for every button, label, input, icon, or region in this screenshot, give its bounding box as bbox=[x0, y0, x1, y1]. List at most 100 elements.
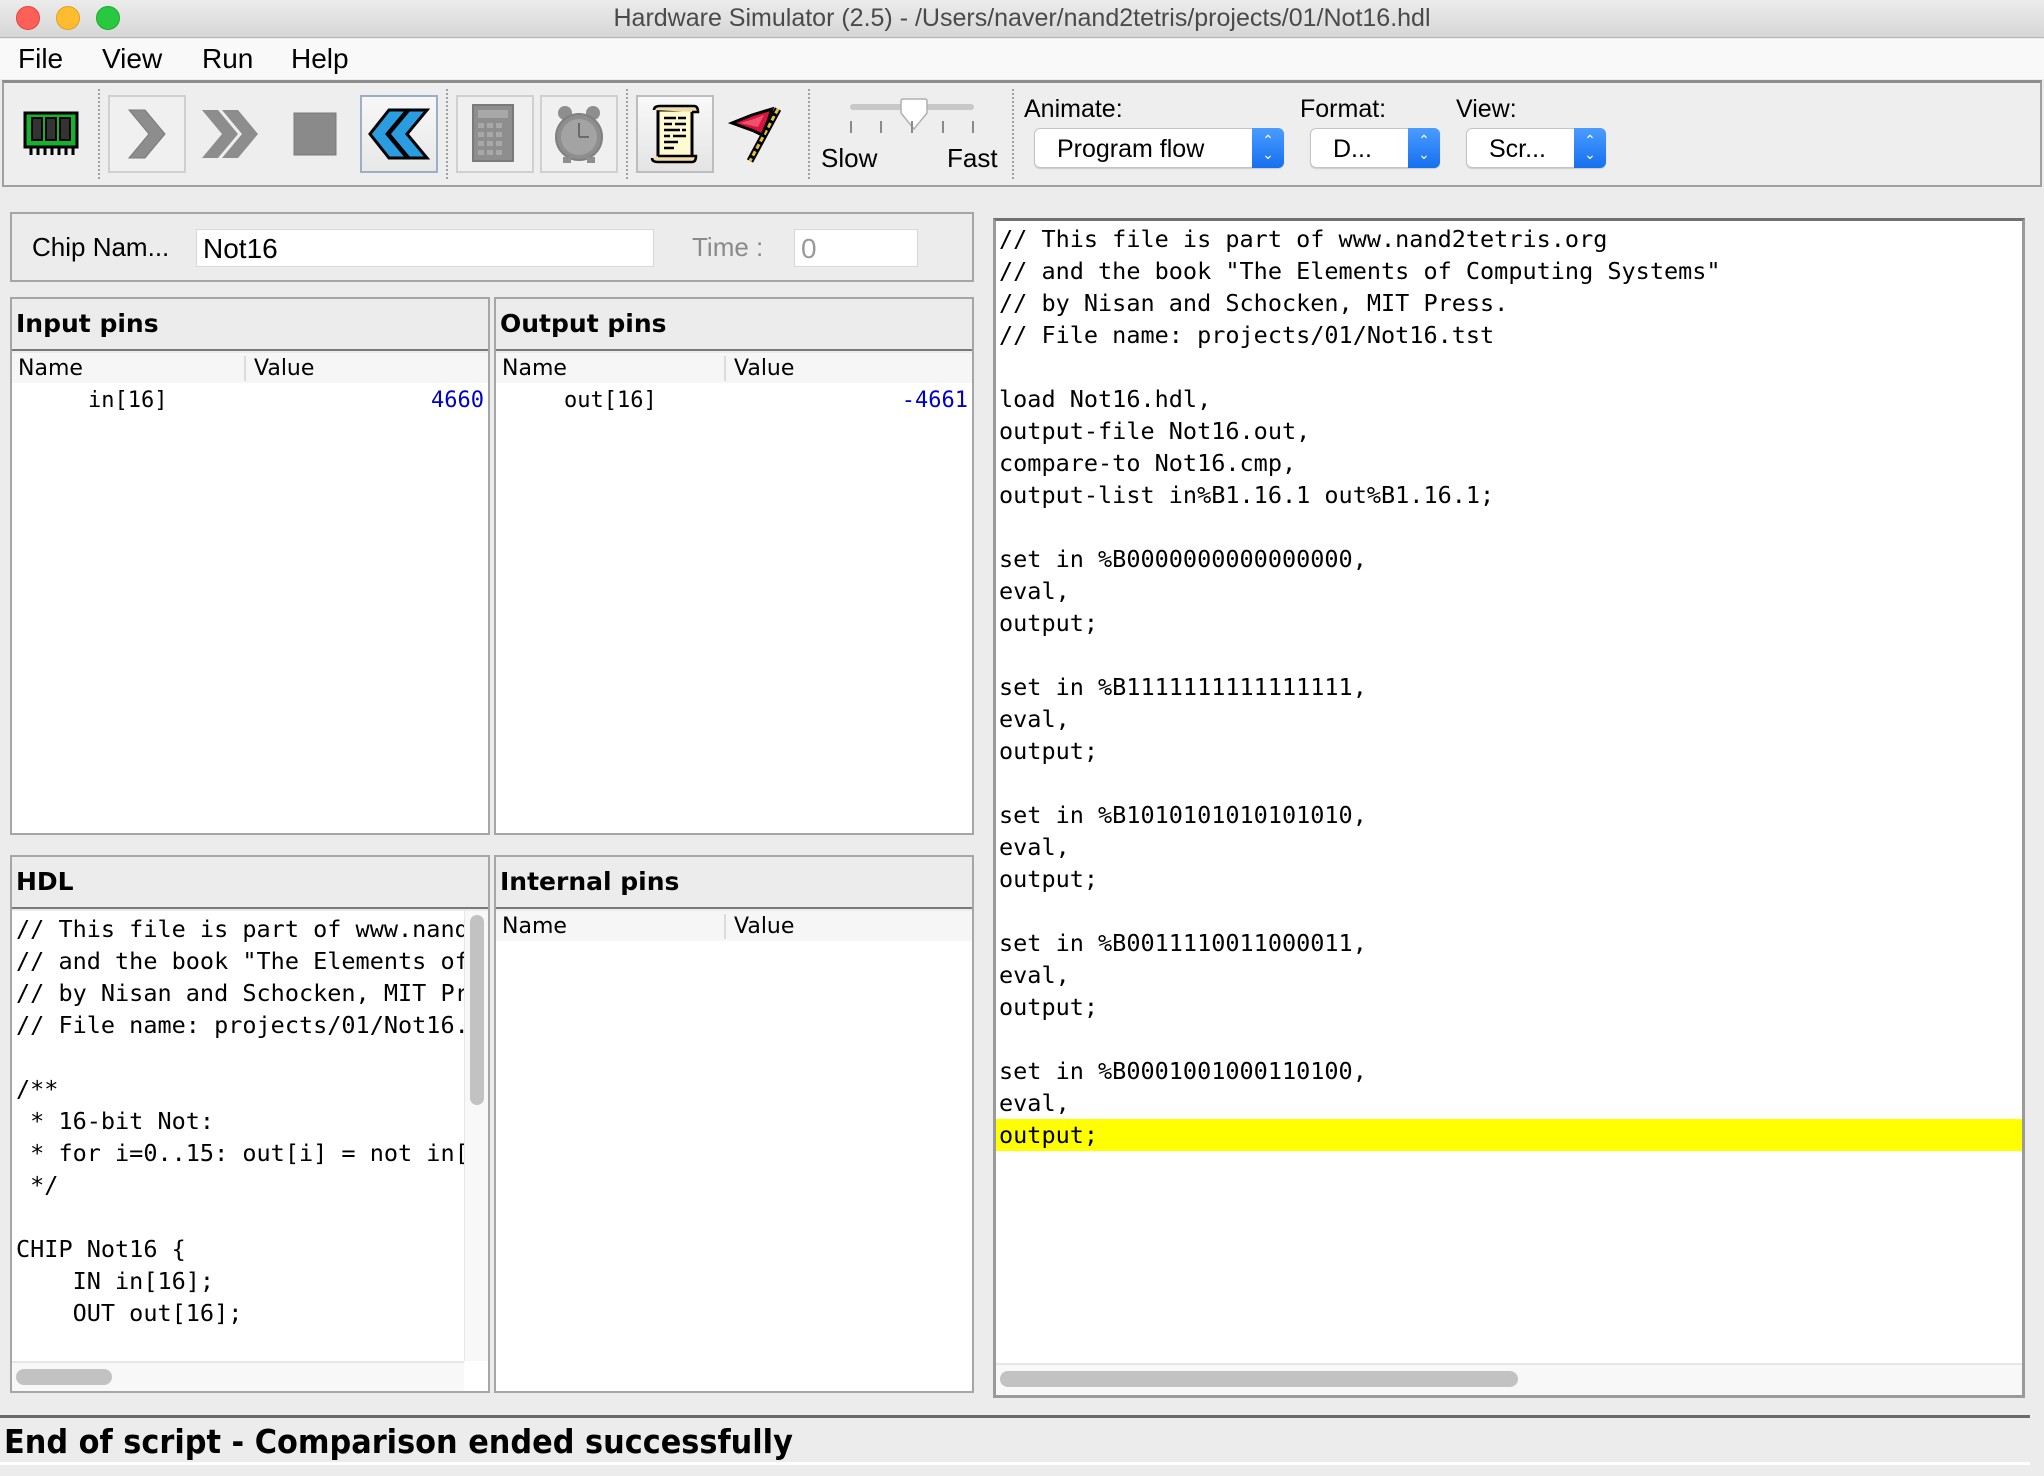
hdl-horizontal-scrollbar[interactable] bbox=[12, 1361, 464, 1391]
script-scroll-icon bbox=[650, 104, 700, 164]
fast-forward-icon bbox=[202, 110, 258, 158]
code-line: output; bbox=[999, 609, 1099, 637]
stop-square-icon bbox=[293, 112, 337, 156]
code-line: // by Nisan and Schocken, MIT Press. bbox=[999, 289, 1509, 317]
internal-pins-table[interactable]: Name Value bbox=[496, 911, 972, 1391]
load-chip-button[interactable] bbox=[12, 95, 90, 173]
animate-label: Animate: bbox=[1024, 95, 1123, 123]
code-line: IN in[16]; bbox=[16, 1267, 215, 1295]
updown-chevron-icon: ⌃ ⌄ bbox=[1574, 128, 1606, 168]
load-script-button[interactable] bbox=[636, 95, 714, 173]
output-pins-panel: Output pins Name Value out[16] -4661 bbox=[494, 297, 974, 835]
menu-bar: File View Run Help bbox=[0, 39, 2044, 79]
output-pins-header: Name Value bbox=[496, 353, 972, 383]
code-line: */ bbox=[16, 1171, 59, 1199]
format-select-value: D... bbox=[1333, 135, 1372, 163]
output-pins-table[interactable]: Name Value out[16] -4661 bbox=[496, 353, 972, 833]
code-line: eval, bbox=[999, 577, 1070, 605]
status-bar: End of script - Comparison ended success… bbox=[0, 1415, 2030, 1465]
code-line: output; bbox=[999, 865, 1099, 893]
column-name: Name bbox=[502, 356, 567, 381]
code-line: eval, bbox=[999, 705, 1070, 733]
table-row[interactable]: in[16] 4660 bbox=[12, 386, 488, 418]
code-line: // File name: projects/01/Not16.tst bbox=[999, 321, 1495, 349]
flag-icon bbox=[728, 106, 782, 163]
code-line: /** bbox=[16, 1075, 59, 1103]
code-line: set in %B1111111111111111, bbox=[999, 673, 1367, 701]
current-script-line: output; bbox=[996, 1119, 2022, 1151]
fast-label: Fast bbox=[947, 143, 998, 173]
window-title: Hardware Simulator (2.5) - /Users/naver/… bbox=[613, 4, 1431, 32]
script-code: // This file is part of www.nand2tetris.… bbox=[996, 223, 2022, 1151]
tick-tock-button[interactable] bbox=[540, 95, 618, 173]
single-step-button[interactable] bbox=[108, 95, 186, 173]
reset-button[interactable] bbox=[360, 95, 438, 173]
updown-chevron-icon: ⌃ ⌄ bbox=[1252, 128, 1284, 168]
chip-name-field[interactable]: Not16 bbox=[196, 229, 654, 267]
input-pins-title: Input pins bbox=[12, 299, 488, 351]
breakpoints-button[interactable] bbox=[720, 95, 798, 173]
updown-chevron-icon: ⌃ ⌄ bbox=[1408, 128, 1440, 168]
view-select[interactable]: Scr... ⌃ ⌄ bbox=[1466, 128, 1606, 168]
speed-slider-ticks bbox=[850, 121, 974, 135]
horizontal-scrollbar-thumb[interactable] bbox=[1000, 1371, 1518, 1387]
status-message: End of script - Comparison ended success… bbox=[4, 1422, 793, 1461]
script-panel[interactable]: // This file is part of www.nand2tetris.… bbox=[993, 218, 2025, 1398]
code-line: load Not16.hdl, bbox=[999, 385, 1212, 413]
chip-info-panel: Chip Nam... Not16 Time : 0 bbox=[10, 212, 974, 282]
menu-file[interactable]: File bbox=[18, 43, 63, 75]
hdl-vertical-scrollbar[interactable] bbox=[464, 911, 488, 1361]
animate-select-value: Program flow bbox=[1057, 135, 1205, 163]
script-horizontal-scrollbar[interactable] bbox=[996, 1363, 2022, 1395]
animate-select[interactable]: Program flow ⌃ ⌄ bbox=[1034, 128, 1284, 168]
input-pins-table[interactable]: Name Value in[16] 4660 bbox=[12, 353, 488, 833]
code-line: eval, bbox=[999, 961, 1070, 989]
code-line: // by Nisan and Schocken, MIT Pr bbox=[16, 979, 466, 1007]
menu-view[interactable]: View bbox=[102, 43, 162, 75]
menu-run[interactable]: Run bbox=[202, 43, 253, 75]
vertical-scrollbar-thumb[interactable] bbox=[470, 915, 484, 1105]
horizontal-scrollbar-thumb[interactable] bbox=[16, 1369, 112, 1385]
chip-name-label: Chip Nam... bbox=[32, 232, 170, 262]
code-line: // and the book "The Elements of Computi… bbox=[999, 257, 1721, 285]
code-line: // This file is part of www.nand bbox=[16, 915, 466, 943]
code-line: // This file is part of www.nand2tetris.… bbox=[999, 225, 1608, 253]
code-line: set in %B0000000000000000, bbox=[999, 545, 1367, 573]
code-line: OUT out[16]; bbox=[16, 1299, 243, 1327]
alarm-clock-icon bbox=[555, 106, 603, 163]
column-name: Name bbox=[502, 914, 567, 939]
column-value: Value bbox=[244, 356, 314, 381]
calculator-icon bbox=[472, 104, 514, 162]
column-name: Name bbox=[18, 356, 83, 381]
code-line: // File name: projects/01/Not16. bbox=[16, 1011, 466, 1039]
hdl-code-view[interactable]: // This file is part of www.nand // and t… bbox=[12, 911, 488, 1391]
stop-button[interactable] bbox=[276, 95, 354, 173]
toolbar-separator bbox=[98, 89, 100, 179]
toolbar-separator bbox=[446, 89, 448, 179]
column-value: Value bbox=[724, 356, 794, 381]
time-field: 0 bbox=[794, 229, 918, 267]
eval-button[interactable] bbox=[456, 95, 534, 173]
slow-label: Slow bbox=[821, 143, 878, 173]
code-line: * 16-bit Not: bbox=[16, 1107, 215, 1135]
code-line: set in %B0001001000110100, bbox=[999, 1057, 1367, 1085]
column-value: Value bbox=[724, 914, 794, 939]
format-label: Format: bbox=[1300, 95, 1387, 123]
run-button[interactable] bbox=[192, 95, 270, 173]
code-line: eval, bbox=[999, 1089, 1070, 1117]
table-row[interactable]: out[16] -4661 bbox=[496, 386, 972, 418]
internal-pins-title: Internal pins bbox=[496, 857, 972, 909]
format-select[interactable]: D... ⌃ ⌄ bbox=[1310, 128, 1440, 168]
pin-value[interactable]: 4660 bbox=[431, 388, 484, 413]
menu-help[interactable]: Help bbox=[291, 43, 349, 75]
toolbar-separator bbox=[808, 89, 810, 179]
code-line: output; bbox=[999, 993, 1099, 1021]
title-bar: Hardware Simulator (2.5) - /Users/naver/… bbox=[0, 0, 2044, 38]
view-select-value: Scr... bbox=[1489, 135, 1546, 163]
view-label: View: bbox=[1456, 95, 1517, 123]
hdl-code: // This file is part of www.nand // and t… bbox=[16, 913, 466, 1329]
